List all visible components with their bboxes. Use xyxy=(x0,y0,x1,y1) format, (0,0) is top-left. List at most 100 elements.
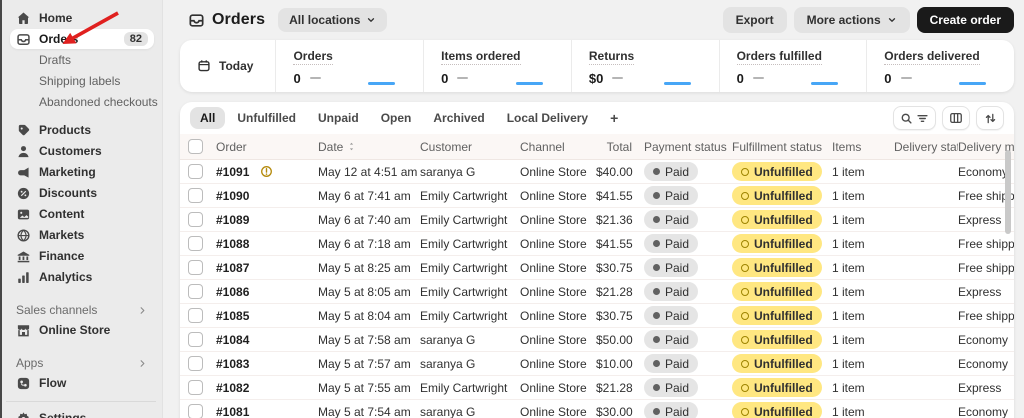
create-order-button[interactable]: Create order xyxy=(916,7,1014,33)
export-button[interactable]: Export xyxy=(722,7,787,33)
row-checkbox[interactable] xyxy=(188,380,203,395)
table-row-order-1090[interactable]: #1090 May 6 at 7:41 am Emily Cartwright Onl… xyxy=(180,184,1014,208)
customer-cell: saranya G xyxy=(420,356,476,371)
row-checkbox[interactable] xyxy=(188,356,203,371)
order-number-cell[interactable]: #1088 xyxy=(216,237,318,251)
sidebar-section-sales-channels[interactable]: Sales channels xyxy=(10,300,154,320)
column-header-total[interactable]: Total xyxy=(596,140,644,154)
table-row-order-1087[interactable]: #1087 May 5 at 8:25 am Emily Cartwright Onl… xyxy=(180,256,1014,280)
sidebar-item-marketing[interactable]: Marketing xyxy=(10,162,154,182)
order-number-cell[interactable]: #1083 xyxy=(216,357,318,371)
row-checkbox[interactable] xyxy=(188,188,203,203)
sort-button[interactable] xyxy=(976,106,1004,130)
table-row-order-1084[interactable]: #1084 May 5 at 7:58 am saranya G Online Sto… xyxy=(180,328,1014,352)
metric-orders[interactable]: Orders 0 xyxy=(275,40,423,92)
row-checkbox[interactable] xyxy=(188,260,203,275)
row-checkbox[interactable] xyxy=(188,236,203,251)
sidebar-item-customers[interactable]: Customers xyxy=(10,141,154,161)
date-range-button[interactable]: Today xyxy=(180,40,275,92)
tab-open[interactable]: Open xyxy=(371,107,422,129)
order-number-cell[interactable]: #1087 xyxy=(216,261,318,275)
fulfillment-status-label: Unfulfilled xyxy=(754,356,813,371)
order-number-cell[interactable]: #1086 xyxy=(216,285,318,299)
sidebar-section-label: Apps xyxy=(16,356,44,370)
metric-sparkline xyxy=(663,82,691,85)
tab-unfulfilled[interactable]: Unfulfilled xyxy=(227,107,306,129)
sidebar-item-markets[interactable]: Markets xyxy=(10,225,154,245)
column-header-delivery-status[interactable]: Delivery status xyxy=(894,140,958,154)
store-icon xyxy=(17,324,30,336)
delivery-method-cell: Express xyxy=(958,284,1002,299)
sidebar-item-abandoned-checkouts[interactable]: Abandoned checkouts xyxy=(10,92,158,112)
table-row-order-1088[interactable]: #1088 May 6 at 7:18 am Emily Cartwright Onl… xyxy=(180,232,1014,256)
metric-orders-fulfilled[interactable]: Orders fulfilled 0 xyxy=(718,40,867,92)
sidebar-item-discounts[interactable]: Discounts xyxy=(10,183,154,203)
sidebar-item-content[interactable]: Content xyxy=(10,204,154,224)
vertical-scrollbar[interactable] xyxy=(1005,150,1011,234)
row-checkbox[interactable] xyxy=(188,332,203,347)
tab-all[interactable]: All xyxy=(190,107,226,129)
table-row-order-1091[interactable]: #1091 May 12 at 4:51 am saranya G Online St… xyxy=(180,160,1014,184)
sidebar-item-settings[interactable]: Settings xyxy=(10,408,154,418)
row-checkbox[interactable] xyxy=(188,284,203,299)
table-row-order-1083[interactable]: #1083 May 5 at 7:57 am saranya G Online Sto… xyxy=(180,352,1014,376)
order-number-cell[interactable]: #1081 xyxy=(216,405,318,418)
payment-status-label: Paid xyxy=(665,308,690,323)
metric-items-ordered[interactable]: Items ordered 0 xyxy=(423,40,571,92)
more-actions-button[interactable]: More actions xyxy=(793,7,910,33)
column-header-items[interactable]: Items xyxy=(832,140,894,154)
search-filter-button[interactable] xyxy=(893,106,936,130)
order-number-cell[interactable]: #1084 xyxy=(216,333,318,347)
row-checkbox[interactable] xyxy=(188,308,203,323)
date-cell: May 5 at 8:05 am xyxy=(318,284,411,299)
column-header-order[interactable]: Order xyxy=(216,140,318,154)
order-number-cell[interactable]: #1090 xyxy=(216,189,318,203)
tab-archived[interactable]: Archived xyxy=(423,107,494,129)
columns-button[interactable] xyxy=(942,106,970,130)
order-number-cell[interactable]: #1082 xyxy=(216,381,318,395)
column-header-channel[interactable]: Channel xyxy=(520,140,596,154)
tab-local-delivery[interactable]: Local Delivery xyxy=(497,107,598,129)
sidebar-item-flow[interactable]: Flow xyxy=(10,373,154,393)
sidebar-item-analytics[interactable]: Analytics xyxy=(10,267,154,287)
column-header-label: Delivery status xyxy=(894,139,958,154)
sidebar-item-shipping-labels[interactable]: Shipping labels xyxy=(10,71,154,91)
sidebar-item-home[interactable]: Home xyxy=(10,8,154,28)
order-number-cell[interactable]: #1089 xyxy=(216,213,318,227)
row-checkbox[interactable] xyxy=(188,212,203,227)
column-header-label: Channel xyxy=(520,139,565,154)
column-header-payment-status[interactable]: Payment status xyxy=(644,140,732,154)
table-row-order-1089[interactable]: #1089 May 6 at 7:40 am Emily Cartwright Onl… xyxy=(180,208,1014,232)
table-row-order-1086[interactable]: #1086 May 5 at 8:05 am Emily Cartwright Onl… xyxy=(180,280,1014,304)
sidebar-item-drafts[interactable]: Drafts xyxy=(10,50,154,70)
order-number-cell[interactable]: #1085 xyxy=(216,309,318,323)
select-all-checkbox[interactable] xyxy=(188,139,203,154)
paid-dot-icon xyxy=(653,264,660,271)
order-number: #1091 xyxy=(216,164,250,179)
sidebar-item-label: Marketing xyxy=(39,165,96,179)
payment-status-label: Paid xyxy=(665,332,690,347)
payment-status-cell: Paid xyxy=(644,186,732,205)
customer-cell: Emily Cartwright xyxy=(420,236,508,251)
row-checkbox[interactable] xyxy=(188,404,203,418)
add-view-button[interactable]: + xyxy=(600,106,628,130)
metric-returns[interactable]: Returns $0 xyxy=(570,40,719,92)
table-row-order-1085[interactable]: #1085 May 5 at 8:04 am Emily Cartwright Onl… xyxy=(180,304,1014,328)
row-checkbox[interactable] xyxy=(188,164,203,179)
sidebar-item-products[interactable]: Products xyxy=(10,120,154,140)
sidebar-item-orders[interactable]: Orders 82 xyxy=(10,29,154,49)
payment-status-cell: Paid xyxy=(644,330,732,349)
column-header-date[interactable]: Date xyxy=(318,140,420,154)
sidebar-item-online-store[interactable]: Online Store xyxy=(10,320,154,340)
metric-orders-delivered[interactable]: Orders delivered 0 xyxy=(866,40,1014,92)
table-row-order-1082[interactable]: #1082 May 5 at 7:55 am Emily Cartwright Onl… xyxy=(180,376,1014,400)
column-header-fulfillment-status[interactable]: Fulfillment status xyxy=(732,140,832,154)
location-selector[interactable]: All locations xyxy=(278,8,388,32)
table-row-order-1081[interactable]: #1081 May 5 at 7:54 am saranya G Online Sto… xyxy=(180,400,1014,418)
sidebar-section-apps[interactable]: Apps xyxy=(10,353,154,373)
fulfillment-status-cell: Unfulfilled xyxy=(732,210,832,229)
tab-unpaid[interactable]: Unpaid xyxy=(308,107,369,129)
order-number-cell[interactable]: #1091 xyxy=(216,165,318,179)
sidebar-item-finance[interactable]: Finance xyxy=(10,246,154,266)
column-header-customer[interactable]: Customer xyxy=(420,140,520,154)
